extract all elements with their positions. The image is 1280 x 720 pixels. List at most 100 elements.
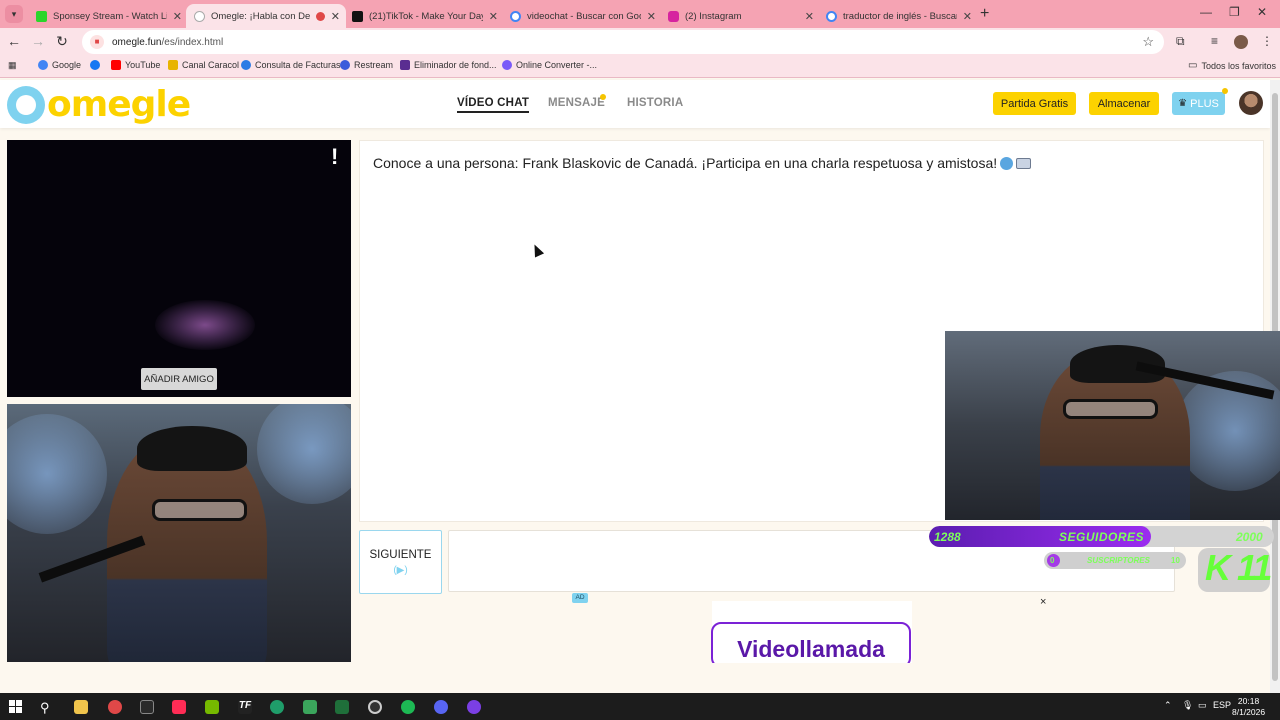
search-icon[interactable]: ⚲ [40,700,50,716]
tiktok-favicon-icon [352,10,363,22]
bookmark-label: Google [52,60,82,70]
tab-title: Sponsey Stream - Watch Live o [53,10,167,22]
bookmarks-bar: ▦ Google YouTube Canal Caracol Consulta … [0,56,1280,78]
tab-instagram[interactable]: (2) Instagram ✕ [660,4,820,28]
microphone-icon[interactable]: 🎙 [1182,700,1193,711]
close-tab-icon[interactable]: ✕ [173,10,182,23]
edge-icon[interactable] [270,700,284,714]
free-game-button[interactable]: Partida Gratis [993,92,1076,115]
spotify-icon[interactable] [401,700,415,714]
bookmark-google[interactable]: Google [38,60,81,70]
xbox-app-icon[interactable] [303,700,317,714]
tab-omegle[interactable]: Omegle: ¡Habla con Descon ✕ [186,4,346,28]
site-camera-icon[interactable]: ■ [90,35,104,49]
bookmark-star-icon[interactable]: ☆ [1142,34,1154,50]
new-tab-button[interactable]: + [980,5,989,23]
message-notification-dot [600,94,606,100]
tab-tiktok[interactable]: (21)TikTok - Make Your Day ✕ [344,4,504,28]
bookmark-facebook[interactable] [90,60,100,70]
report-button[interactable]: ! [331,144,338,170]
nvidia-icon[interactable] [205,700,219,714]
language-indicator[interactable]: ESP [1213,700,1231,710]
plus-button[interactable]: ♛ PLUS [1172,92,1225,115]
recording-icon [315,11,325,21]
url-text[interactable]: omegle.fun/es/index.html [112,37,223,48]
followers-goal: 2000 [1236,530,1263,544]
media-control-icon[interactable]: ≡ [1211,34,1218,48]
obs-icon[interactable] [368,700,382,714]
bookmark-label: Todos los favoritos [1201,60,1276,71]
restore-icon[interactable]: ❐ [1229,5,1240,19]
tab-sponsey[interactable]: Sponsey Stream - Watch Live o ✕ [28,4,188,28]
google-icon [38,60,48,70]
omegle-favicon-icon [194,10,205,22]
tray-overflow-icon[interactable]: ⌃ [1164,700,1172,711]
discord-icon[interactable] [434,700,448,714]
self-video [7,404,351,662]
close-tab-icon[interactable]: ✕ [963,10,972,23]
close-tab-icon[interactable]: ✕ [647,10,656,23]
nav-video-chat[interactable]: VÍDEO CHAT [457,97,530,113]
streaming-app-icon[interactable] [467,700,481,714]
windows-taskbar [0,693,1280,720]
bookmark-restream[interactable]: Restream [340,60,393,70]
reload-icon[interactable]: ↻ [53,33,71,50]
bookmark-youtube[interactable]: YouTube [111,60,160,70]
clock-time: 20:18 [1237,696,1260,706]
chrome-icon[interactable] [108,700,122,714]
clock[interactable]: 20:18 8/1/2026 [1232,696,1265,718]
subs-goal: 10 [1171,556,1180,565]
close-tab-icon[interactable]: ✕ [489,10,498,23]
tab-title: videochat - Buscar con Google [527,10,641,22]
network-icon[interactable]: ▭ [1198,700,1207,711]
extensions-icon[interactable]: ⧉ [1176,34,1185,49]
tiktok-live-icon[interactable] [172,700,186,714]
close-window-icon[interactable]: ✕ [1257,5,1267,19]
bookmark-online-converter[interactable]: Online Converter -... [502,60,597,70]
omegle-logo[interactable]: omegle [7,84,191,125]
call-of-duty-icon[interactable] [140,700,154,714]
chat-system-message: Conoce a una persona: Frank Blaskovic de… [373,155,1032,171]
profile-avatar[interactable] [1234,35,1248,49]
apps-icon[interactable]: ▦ [8,60,17,71]
file-explorer-icon[interactable] [74,700,88,714]
nav-message[interactable]: MENSAJE [548,97,605,109]
tab-title: (21)TikTok - Make Your Day [369,10,483,22]
subs-label: SUSCRIPTORES [1087,556,1150,565]
next-button[interactable]: SIGUIENTE (▶) [359,530,442,594]
tf-app-icon[interactable]: TF [238,700,252,714]
tab-videochat-search[interactable]: videochat - Buscar con Google ✕ [502,4,662,28]
crown-icon: ♛ [1178,98,1188,109]
next-shortcut-hint: (▶) [393,565,408,576]
nav-history[interactable]: HISTORIA [627,97,683,109]
bookmark-canal-caracol[interactable]: Canal Caracol [168,60,239,70]
back-icon[interactable]: ← [5,33,23,49]
add-friend-button[interactable]: AÑADIR AMIGO [141,368,217,390]
store-button[interactable]: Almacenar [1089,92,1159,115]
webcam-glasses [1063,399,1158,419]
tab-translator-search[interactable]: traductor de inglés - Buscar con ✕ [818,4,978,28]
excel-icon[interactable] [335,700,349,714]
bookmark-consulta-facturas[interactable]: Consulta de Facturas [241,60,341,70]
forward-icon[interactable]: → [29,33,47,49]
close-tab-icon[interactable]: ✕ [805,10,814,23]
user-avatar[interactable] [1239,91,1263,115]
omegle-logo-icon [7,85,45,124]
webcam-person-hair [137,426,247,471]
stranger-video [7,140,351,397]
browser-menu-icon[interactable]: ⋮ [1261,34,1273,48]
followers-label: SEGUIDORES [1059,530,1145,544]
minimize-icon[interactable]: — [1200,5,1212,19]
facturas-icon [241,60,251,70]
bookmark-eliminador-fondo[interactable]: Eliminador de fond... [400,60,497,70]
address-bar[interactable]: ■ omegle.fun/es/index.html ☆ [82,30,1164,54]
bookmark-label: Eliminador de fond... [414,60,497,70]
all-bookmarks-folder[interactable]: ▭ Todos los favoritos [1188,60,1276,71]
tab-search-button[interactable]: ▾ [5,5,23,23]
ad-close-button[interactable]: × [1040,596,1046,608]
chat-message-text: Conoce a una persona: Frank Blaskovic de… [373,155,998,171]
start-button[interactable] [9,700,22,713]
ad-headline[interactable]: Videollamada [711,636,911,663]
close-tab-icon[interactable]: ✕ [331,10,340,23]
background-light [7,414,107,534]
